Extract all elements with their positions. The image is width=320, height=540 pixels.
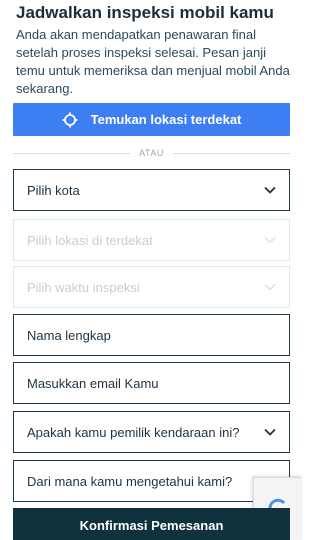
city-select[interactable]: Pilih kota	[13, 169, 290, 211]
full-name-input[interactable]: Nama lengkap	[13, 314, 290, 356]
inspection-time-select-value: Pilih waktu inspeksi	[27, 279, 140, 295]
divider-text: ATAU	[139, 148, 164, 158]
divider-line-left	[13, 152, 131, 154]
find-nearest-location-button[interactable]: Temukan lokasi terdekat	[13, 103, 290, 136]
chevron-down-icon	[263, 233, 277, 247]
confirm-booking-label: Konfirmasi Pemesanan	[79, 517, 224, 533]
chevron-down-icon	[263, 183, 277, 197]
find-nearest-location-label: Temukan lokasi terdekat	[90, 112, 242, 127]
inspection-time-select[interactable]: Pilih waktu inspeksi	[13, 266, 290, 308]
location-select-value: Pilih lokasi di terdekat	[27, 232, 153, 248]
location-select[interactable]: Pilih lokasi di terdekat	[13, 219, 290, 261]
chevron-down-icon	[263, 280, 277, 294]
referral-source-select-value: Dari mana kamu mengetahui kami?	[27, 473, 233, 489]
vehicle-owner-select-value: Apakah kamu pemilik kendaraan ini?	[27, 424, 240, 440]
page-title: Jadwalkan inspeksi mobil kamu	[16, 3, 274, 22]
confirm-booking-button[interactable]: Konfirmasi Pemesanan	[13, 508, 290, 540]
email-placeholder: Masukkan email Kamu	[27, 375, 159, 391]
referral-source-select[interactable]: Dari mana kamu mengetahui kami?	[13, 460, 290, 502]
chevron-down-icon	[263, 425, 277, 439]
city-select-value: Pilih kota	[27, 182, 80, 198]
crosshair-icon	[62, 112, 78, 128]
or-divider: ATAU	[13, 146, 291, 160]
divider-line-right	[172, 152, 291, 154]
email-input[interactable]: Masukkan email Kamu	[13, 362, 290, 404]
full-name-placeholder: Nama lengkap	[27, 327, 111, 343]
vehicle-owner-select[interactable]: Apakah kamu pemilik kendaraan ini?	[13, 411, 290, 453]
page-description: Anda akan mendapatkan penawaran final se…	[16, 27, 290, 96]
